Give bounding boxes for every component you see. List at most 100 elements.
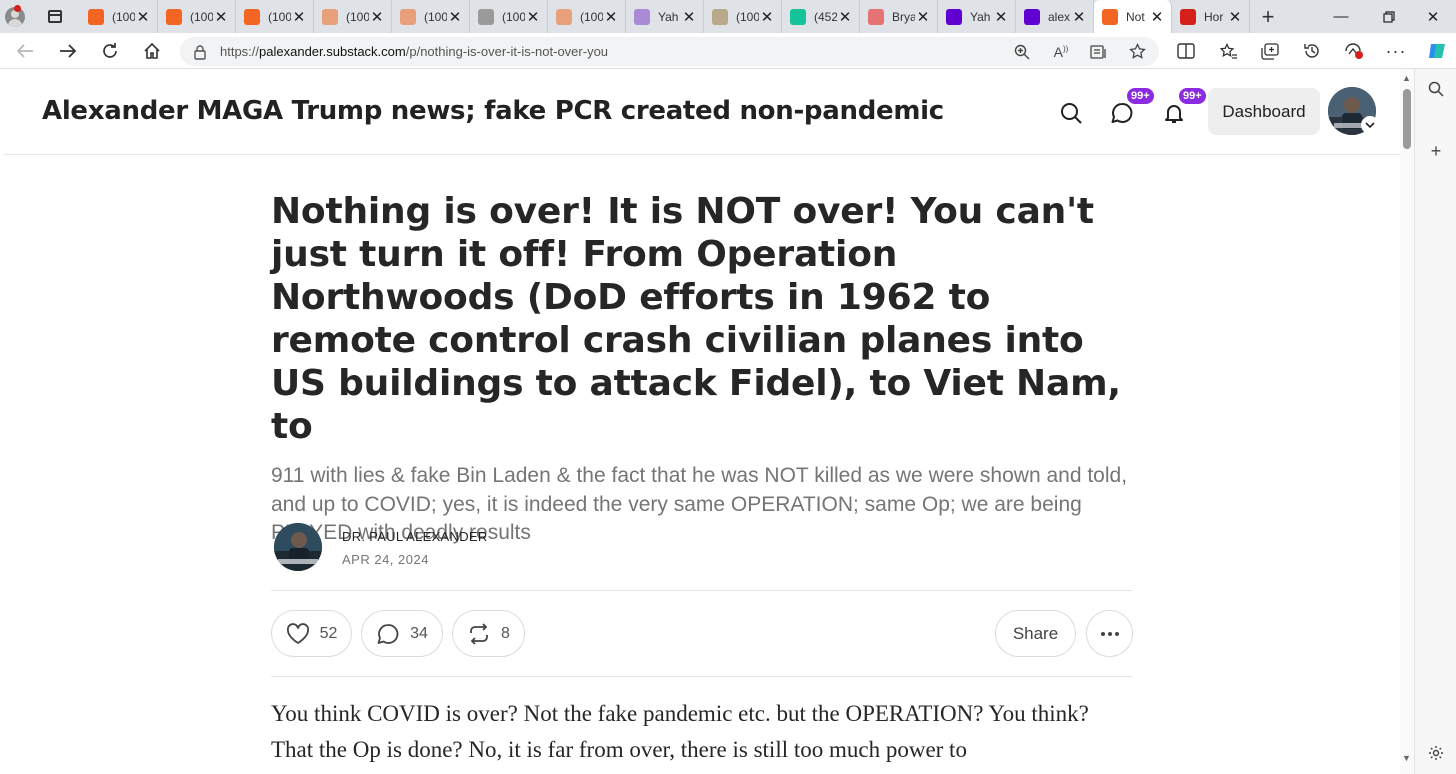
zoom-icon[interactable]	[1003, 37, 1041, 66]
close-tab-icon[interactable]: ✕	[291, 8, 307, 26]
copilot-icon[interactable]	[1420, 37, 1454, 65]
browser-tab[interactable]: (100 ✕	[314, 0, 392, 33]
browser-toolbar: https://palexander.substack.com/p/nothin…	[0, 33, 1456, 69]
tab-title: (100	[580, 9, 603, 24]
forward-arrow-icon[interactable]	[53, 37, 83, 65]
minimize-icon[interactable]: —	[1318, 0, 1364, 33]
substack-icon	[88, 8, 104, 25]
chat-badge: 99+	[1125, 86, 1156, 106]
browser-tab[interactable]: (100 ✕	[158, 0, 236, 33]
browser-tab[interactable]: (100 ✕	[236, 0, 314, 33]
restack-button[interactable]: 8	[452, 610, 525, 657]
sidebar-settings-icon[interactable]	[1424, 741, 1448, 765]
profile-icon[interactable]	[0, 0, 30, 33]
author-avatar[interactable]	[274, 523, 322, 571]
lock-icon[interactable]	[180, 44, 220, 60]
tab-title: (100	[502, 9, 525, 24]
close-tab-icon[interactable]: ✕	[213, 8, 229, 26]
grammarly-icon	[790, 8, 806, 25]
split-screen-icon[interactable]	[1169, 37, 1203, 65]
browser-tab-strip: (100 ✕ (100 ✕ (100 ✕ (100 ✕ (100 ✕ (100 ✕ (100 ✕ Yah ✕(…	[0, 0, 1456, 33]
browser-tab[interactable]: Yah ✕	[626, 0, 704, 33]
close-tab-icon[interactable]: ✕	[837, 8, 853, 26]
tab-title: Brya	[892, 9, 915, 24]
byline: DR. PAUL ALEXANDER APR 24, 2024	[271, 522, 1133, 572]
history-icon[interactable]	[1295, 37, 1329, 65]
collections-icon[interactable]	[1253, 37, 1287, 65]
close-window-icon[interactable]: ✕	[1410, 0, 1456, 33]
browser-tab[interactable]: Brya ✕	[860, 0, 938, 33]
restack-icon	[470, 622, 488, 645]
browser-tab[interactable]: (100 ✕	[704, 0, 782, 33]
close-tab-icon[interactable]: ✕	[603, 8, 619, 26]
scrollbar-thumb[interactable]	[1403, 89, 1411, 149]
restore-icon[interactable]	[1366, 0, 1412, 33]
close-tab-icon[interactable]: ✕	[447, 8, 463, 26]
close-tab-icon[interactable]: ✕	[1149, 8, 1165, 26]
tab-title: Yah	[658, 9, 679, 24]
author-name[interactable]: DR. PAUL ALEXANDER	[342, 529, 488, 544]
extensions-icon[interactable]	[1337, 37, 1371, 65]
sidebar-add-icon[interactable]: +	[1424, 139, 1448, 163]
close-tab-icon[interactable]: ✕	[135, 8, 151, 26]
browser-tab[interactable]: alex ✕	[1016, 0, 1094, 33]
tab-actions-icon[interactable]	[30, 0, 80, 33]
dashboard-button[interactable]: Dashboard	[1208, 88, 1320, 135]
browser-tab[interactable]: (452 ✕	[782, 0, 860, 33]
publication-header: Alexander MAGA Trump news; fake PCR crea…	[4, 70, 1400, 155]
close-tab-icon[interactable]: ✕	[525, 8, 541, 26]
search-icon[interactable]	[1054, 96, 1088, 130]
youtube-icon	[868, 8, 884, 25]
edge-sidebar: +	[1414, 69, 1456, 774]
notification-badge: 99+	[1177, 86, 1208, 106]
refresh-icon[interactable]	[95, 37, 125, 65]
chat-icon[interactable]: 99+	[1105, 86, 1156, 130]
scroll-down-icon[interactable]: ▼	[1402, 753, 1411, 763]
divider	[271, 590, 1133, 591]
favorite-star-icon[interactable]	[1118, 37, 1156, 66]
tab-title: Yah	[970, 9, 991, 24]
substack-icon	[322, 8, 338, 25]
substack-icon	[556, 8, 572, 25]
browser-tab[interactable]: (100 ✕	[548, 0, 626, 33]
more-options-icon[interactable]: ···	[1379, 37, 1413, 65]
browser-tab[interactable]: Yah ✕	[938, 0, 1016, 33]
home-icon[interactable]	[137, 37, 167, 65]
comment-count: 34	[410, 624, 428, 642]
close-tab-icon[interactable]: ✕	[681, 8, 697, 26]
close-tab-icon[interactable]: ✕	[759, 8, 775, 26]
back-arrow-icon[interactable]	[10, 37, 40, 65]
browser-tab[interactable]: Not ✕	[1094, 0, 1172, 33]
browser-tab[interactable]: (100 ✕	[392, 0, 470, 33]
close-tab-icon[interactable]: ✕	[993, 8, 1009, 26]
browser-tab[interactable]: Hor ✕	[1172, 0, 1250, 33]
more-actions-button[interactable]	[1086, 610, 1133, 657]
sidebar-search-icon[interactable]	[1424, 77, 1448, 101]
comment-button[interactable]: 34	[361, 610, 443, 657]
post-title: Nothing is over! It is NOT over! You can…	[271, 191, 1121, 447]
read-aloud-icon[interactable]: A))	[1042, 37, 1080, 66]
publication-title[interactable]: Alexander MAGA Trump news; fake PCR crea…	[42, 96, 944, 126]
tab-title: Hor	[1204, 9, 1224, 24]
close-tab-icon[interactable]: ✕	[1071, 8, 1087, 26]
immersive-reader-icon[interactable]	[1080, 37, 1118, 66]
close-tab-icon[interactable]: ✕	[369, 8, 385, 26]
browser-tab[interactable]: (100 ✕	[80, 0, 158, 33]
share-button[interactable]: Share	[995, 610, 1076, 657]
like-count: 52	[319, 624, 338, 642]
substack-icon	[1102, 8, 1118, 25]
new-tab-button[interactable]: +	[1250, 0, 1286, 33]
chevron-down-icon[interactable]	[1361, 116, 1379, 134]
scroll-up-icon[interactable]: ▲	[1402, 73, 1411, 83]
address-bar[interactable]: https://palexander.substack.com/p/nothin…	[180, 37, 1159, 66]
tab-title: (100	[190, 9, 213, 24]
like-button[interactable]: 52	[271, 610, 352, 657]
notification-bell-icon[interactable]: 99+	[1157, 86, 1208, 130]
favorites-icon[interactable]	[1212, 37, 1246, 65]
page-scrollbar[interactable]: ▲ ▼	[1400, 69, 1414, 774]
close-tab-icon[interactable]: ✕	[1227, 8, 1243, 26]
close-tab-icon[interactable]: ✕	[915, 8, 931, 26]
yahoo-icon	[1024, 8, 1040, 25]
tab-title: (100	[424, 9, 447, 24]
browser-tab[interactable]: (100 ✕	[470, 0, 548, 33]
